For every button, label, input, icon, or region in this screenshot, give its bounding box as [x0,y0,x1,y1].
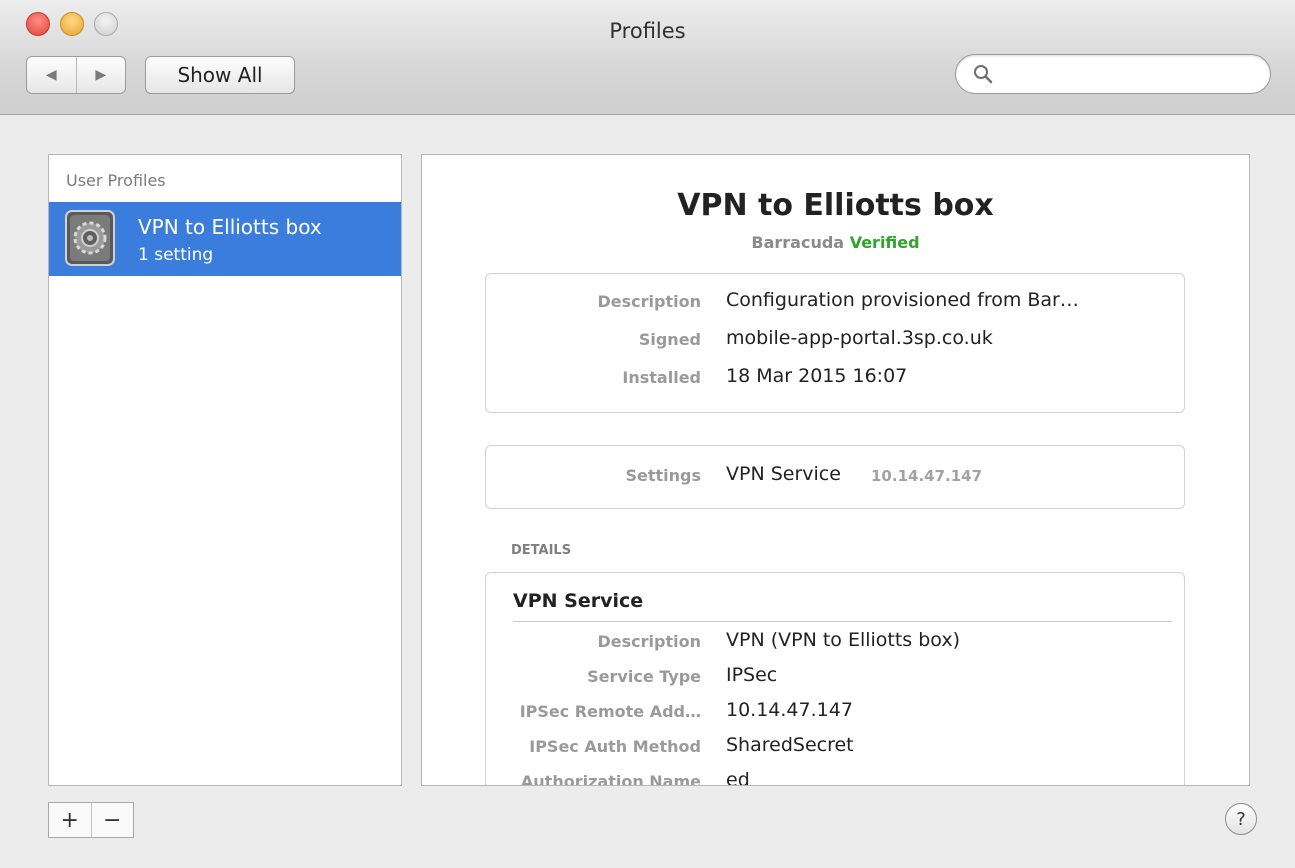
organization-name: Barracuda [751,233,845,252]
signed-label: Signed [638,330,701,349]
profile-detail-panel[interactable]: VPN to Elliotts box Barracuda Verified D… [421,154,1250,786]
profiles-sidebar: User Profiles VPN to Elliotts box 1 sett… [48,154,402,786]
service-type-label: Service Type [587,667,701,686]
sidebar-item-profile[interactable]: VPN to Elliotts box 1 setting [49,202,401,276]
remote-address-label: IPSec Remote Add… [519,702,701,721]
summary-row: Signed mobile-app-portal.3sp.co.uk [486,326,1184,356]
profile-title: VPN to Elliotts box [677,188,994,223]
profile-summary-card: Description Configuration provisioned fr… [485,273,1185,413]
auth-method-label: IPSec Auth Method [529,737,701,756]
service-description-label: Description [597,632,701,651]
sidebar-section-header: User Profiles [66,171,166,190]
profile-organization: Barracuda Verified [422,233,1249,252]
vpn-service-card: VPN Service Description VPN (VPN to Elli… [485,572,1185,786]
window-title: Profiles [609,19,686,43]
profile-settings-count: 1 setting [138,245,214,265]
add-remove-control: + − [48,802,134,838]
title-toolbar: Profiles ◀ ▶ Show All [0,0,1295,115]
description-label: Description [597,292,701,311]
back-arrow-icon: ◀ [45,67,57,83]
back-button[interactable]: ◀ [27,57,76,93]
installed-label: Installed [622,368,701,387]
summary-row: Installed 18 Mar 2015 16:07 [486,364,1184,394]
signed-value: mobile-app-portal.3sp.co.uk [726,327,993,349]
service-description-value: VPN (VPN to Elliotts box) [726,629,961,651]
settings-label: Settings [625,466,701,485]
service-row: IPSec Remote Add… 10.14.47.147 [486,698,1184,728]
remote-address-value: 10.14.47.147 [726,699,853,721]
search-field[interactable] [955,54,1271,94]
forward-arrow-icon: ▶ [95,67,107,83]
settings-value: VPN Service [726,463,841,485]
description-value: Configuration provisioned from Bar… [726,289,1079,311]
forward-button[interactable]: ▶ [75,57,126,93]
details-section-header: DETAILS [511,543,572,558]
profile-name: VPN to Elliotts box [138,215,322,239]
settings-card: Settings VPN Service 10.14.47.147 [485,445,1185,509]
divider [513,621,1172,622]
authorization-name-value: ed [726,769,750,786]
service-row: Authorization Name ed [486,768,1184,786]
help-button[interactable]: ? [1225,803,1257,835]
authorization-name-label: Authorization Name [520,772,701,786]
system-preferences-gear-icon [65,210,115,266]
installed-value: 18 Mar 2015 16:07 [726,365,908,387]
profiles-window: Profiles ◀ ▶ Show All User Profiles VPN … [0,0,1295,868]
settings-row: Settings VPN Service 10.14.47.147 [486,462,1184,492]
service-row: Service Type IPSec [486,663,1184,693]
service-row: IPSec Auth Method SharedSecret [486,733,1184,763]
search-input[interactable] [1000,61,1254,89]
show-all-button[interactable]: Show All [145,56,295,94]
nav-button-group: ◀ ▶ [26,56,126,94]
auth-method-value: SharedSecret [726,734,854,756]
settings-server-address: 10.14.47.147 [871,467,983,485]
add-profile-button[interactable]: + [49,803,91,837]
remove-profile-button[interactable]: − [90,803,134,837]
service-row: Description VPN (VPN to Elliotts box) [486,628,1184,658]
service-type-value: IPSec [726,664,778,686]
summary-row: Description Configuration provisioned fr… [486,288,1184,318]
service-title: VPN Service [513,590,644,612]
search-icon [974,65,993,84]
verified-badge: Verified [849,233,920,252]
